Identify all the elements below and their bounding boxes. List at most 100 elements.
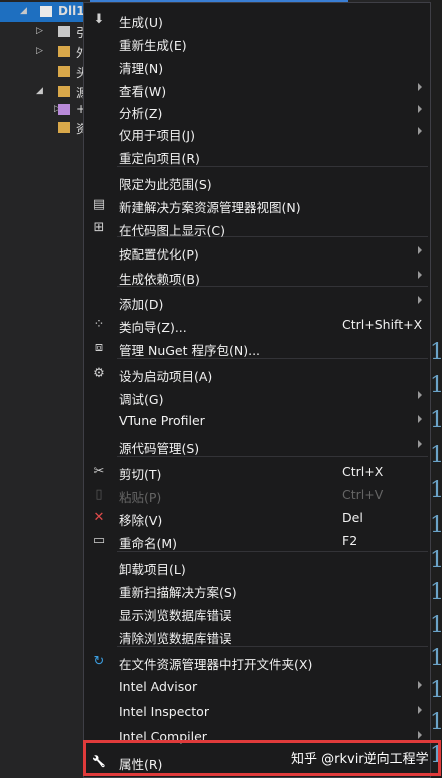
watermark-text: 知乎 @rkvir逆向工程学 — [291, 752, 429, 767]
expander-icon[interactable]: ◢ — [36, 86, 43, 96]
menu-item[interactable]: ▭ 重命名(M) F2 — [84, 529, 430, 552]
menu-item-label: 卸载项目(L) — [119, 562, 186, 577]
menu-item[interactable]: 调试(G) — [84, 385, 430, 408]
menu-item[interactable]: 仅用于项目(J) — [84, 121, 430, 144]
menu-item-label: 类向导(Z)... — [119, 320, 187, 335]
solution-explorer-tree: ◢Dll1▷引▷外头◢源▷+资 — [0, 0, 90, 778]
tree-node-icon — [58, 46, 70, 57]
menu-item-shortcut: Ctrl+V — [342, 487, 384, 502]
menu-item-label: Intel Advisor — [119, 679, 198, 694]
tree-row[interactable]: ◢ Dll1 — [0, 2, 90, 22]
menu-item-label: 清除浏览数据库错误 — [119, 631, 232, 646]
submenu-arrow-icon — [418, 296, 422, 304]
code-editor-edge: 1111111111111 — [430, 0, 442, 778]
code-line-glyph: 1 — [430, 373, 442, 398]
code-line-glyph: 1 — [430, 408, 442, 433]
code-line-glyph: 1 — [430, 678, 442, 703]
menu-item-label: Intel Inspector — [119, 704, 209, 719]
code-line-glyph: 1 — [430, 580, 442, 605]
menu-item[interactable]: 卸载项目(L) — [84, 555, 430, 578]
class-wizard-icon: ⁘ — [93, 317, 105, 332]
menu-item[interactable]: 重定向项目(R) — [84, 144, 430, 167]
submenu-arrow-icon — [418, 83, 422, 91]
menu-item-label: 按配置优化(P) — [119, 247, 199, 262]
menu-item-label: 在代码图上显示(C) — [119, 223, 225, 238]
submenu-arrow-icon — [418, 271, 422, 279]
tree-node-icon — [58, 104, 70, 115]
submenu-arrow-icon — [418, 105, 422, 113]
submenu-arrow-icon — [418, 127, 422, 135]
menu-item[interactable]: VTune Profiler — [84, 409, 430, 432]
menu-item-shortcut: F2 — [342, 533, 358, 548]
menu-item-label: 调试(G) — [119, 392, 164, 407]
menu-item-label: 清理(N) — [119, 61, 164, 76]
menu-item[interactable]: 重新生成(E) — [84, 31, 430, 54]
menu-item-label: 生成(U) — [119, 15, 163, 30]
menu-item[interactable]: 分析(Z) — [84, 99, 430, 122]
menu-item-label: 重新扫描解决方案(S) — [119, 585, 237, 600]
new-view-icon: ▤ — [92, 197, 106, 212]
menu-item[interactable]: 显示浏览数据库错误 — [84, 601, 430, 624]
menu-item-label: 重命名(M) — [119, 536, 178, 551]
context-menu: ⬇ 生成(U) 重新生成(E) 清理(N) 查看(W) 分析(Z) 仅用于项目(J) 重定向项… — [83, 2, 431, 778]
menu-item[interactable]: ✕ 移除(V) Del — [84, 506, 430, 529]
code-line-glyph: 1 — [430, 513, 442, 538]
submenu-arrow-icon — [418, 681, 422, 689]
submenu-arrow-icon — [418, 706, 422, 714]
code-line-glyph: 1 — [430, 478, 442, 503]
menu-item[interactable]: 重新扫描解决方案(S) — [84, 578, 430, 601]
menu-item[interactable]: 按配置优化(P) — [84, 240, 430, 263]
submenu-arrow-icon — [418, 415, 422, 423]
menu-item[interactable]: 清理(N) — [84, 54, 430, 77]
menu-item-label: 移除(V) — [119, 513, 163, 528]
tree-row-label: Dll1 — [58, 4, 85, 18]
menu-item[interactable]: 限定为此范围(S) — [84, 170, 430, 193]
menu-item-label: 生成依赖项(B) — [119, 272, 200, 287]
menu-item[interactable]: ⧈ 管理 NuGet 程序包(N)... — [84, 336, 430, 359]
code-line-glyph: 1 — [430, 613, 442, 638]
paste-icon: ▯ — [95, 487, 103, 502]
code-line-glyph: 1 — [430, 548, 442, 573]
menu-item-label: 分析(Z) — [119, 106, 163, 121]
menu-item[interactable]: 源代码管理(S) — [84, 434, 430, 457]
menu-item-label: 设为启动项目(A) — [119, 369, 213, 384]
menu-item-shortcut: Ctrl+Shift+X — [342, 317, 423, 332]
menu-item[interactable]: 生成依赖项(B) — [84, 265, 430, 288]
menu-item-label: 重定向项目(R) — [119, 151, 200, 166]
menu-item-label: 显示浏览数据库错误 — [119, 608, 232, 623]
build-icon: ⬇ — [93, 12, 105, 27]
code-line-glyph: 1 — [430, 646, 442, 671]
menu-item[interactable]: ⁘ 类向导(Z)... Ctrl+Shift+X — [84, 313, 430, 336]
menu-item[interactable]: Intel Inspector — [84, 700, 430, 723]
menu-item[interactable]: 添加(D) — [84, 290, 430, 313]
menu-item[interactable]: ✂ 剪切(T) Ctrl+X — [84, 460, 430, 483]
menu-item[interactable]: ⊞ 在代码图上显示(C) — [84, 216, 430, 239]
tree-node-icon — [58, 86, 70, 97]
code-map-icon: ⊞ — [93, 220, 105, 235]
expander-icon[interactable]: ▷ — [36, 46, 43, 56]
menu-item[interactable]: ⚙ 设为启动项目(A) — [84, 362, 430, 385]
menu-item[interactable]: ↻ 在文件资源管理器中打开文件夹(X) — [84, 650, 430, 673]
menu-item[interactable]: 查看(W) — [84, 77, 430, 100]
menu-item-label: VTune Profiler — [119, 413, 205, 428]
menu-item[interactable]: Intel Advisor — [84, 675, 430, 698]
remove-icon: ✕ — [93, 510, 105, 525]
menu-item-label: 在文件资源管理器中打开文件夹(X) — [119, 657, 313, 672]
tree-node-icon — [40, 6, 52, 17]
menu-item-label: 添加(D) — [119, 297, 164, 312]
code-line-glyph: 1 — [430, 340, 442, 365]
code-line-glyph: 1 — [430, 710, 442, 735]
gear-icon: ⚙ — [93, 366, 105, 381]
menu-item-label: 新建解决方案资源管理器视图(N) — [119, 200, 301, 215]
menu-item[interactable]: ▤ 新建解决方案资源管理器视图(N) — [84, 193, 430, 216]
nuget-icon: ⧈ — [94, 340, 104, 355]
menu-item-shortcut: Del — [342, 510, 363, 525]
menu-item[interactable]: ⬇ 生成(U) — [84, 8, 430, 31]
menu-item-label: 仅用于项目(J) — [119, 128, 195, 143]
expander-icon[interactable]: ▷ — [36, 26, 43, 36]
menu-item-label: 重新生成(E) — [119, 38, 187, 53]
submenu-arrow-icon — [418, 440, 422, 448]
menu-item[interactable]: 清除浏览数据库错误 — [84, 624, 430, 647]
tree-node-icon — [58, 122, 70, 133]
expander-icon[interactable]: ◢ — [20, 6, 27, 16]
